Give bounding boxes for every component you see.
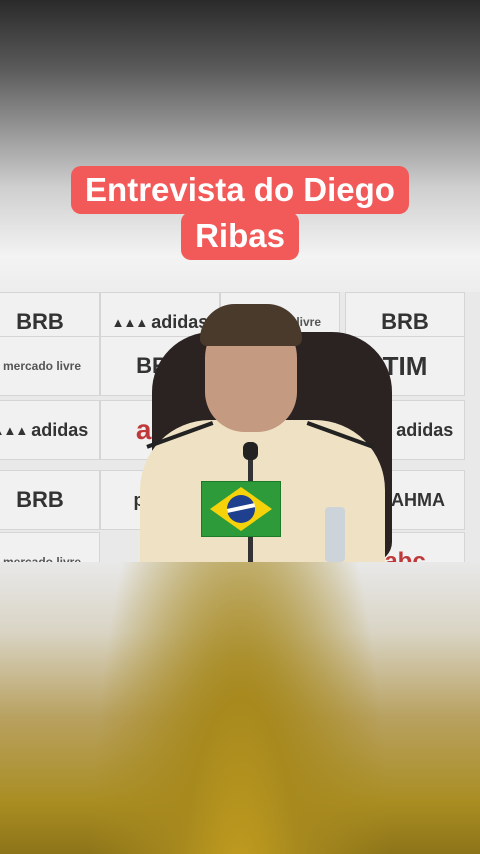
- sponsor-brb: BRB: [0, 470, 100, 530]
- blurred-background: [0, 562, 480, 854]
- caption-line-2: Ribas: [181, 212, 299, 260]
- microphone-icon: [243, 442, 258, 460]
- brazil-flag-icon: [201, 481, 281, 537]
- video-player[interactable]: BRB ▲▲▲adidas mercado livre BRB mercado …: [0, 292, 480, 562]
- sponsor-adidas: ▲▲▲adidas: [0, 400, 100, 460]
- caption: Entrevista do Diego Ribas: [0, 166, 480, 260]
- sponsor-mercado: mercado livre: [0, 532, 100, 562]
- sponsor-mercado: mercado livre: [0, 336, 100, 396]
- caption-line-1: Entrevista do Diego: [71, 166, 409, 214]
- water-bottle: [325, 507, 345, 562]
- speaker-hair: [200, 304, 302, 346]
